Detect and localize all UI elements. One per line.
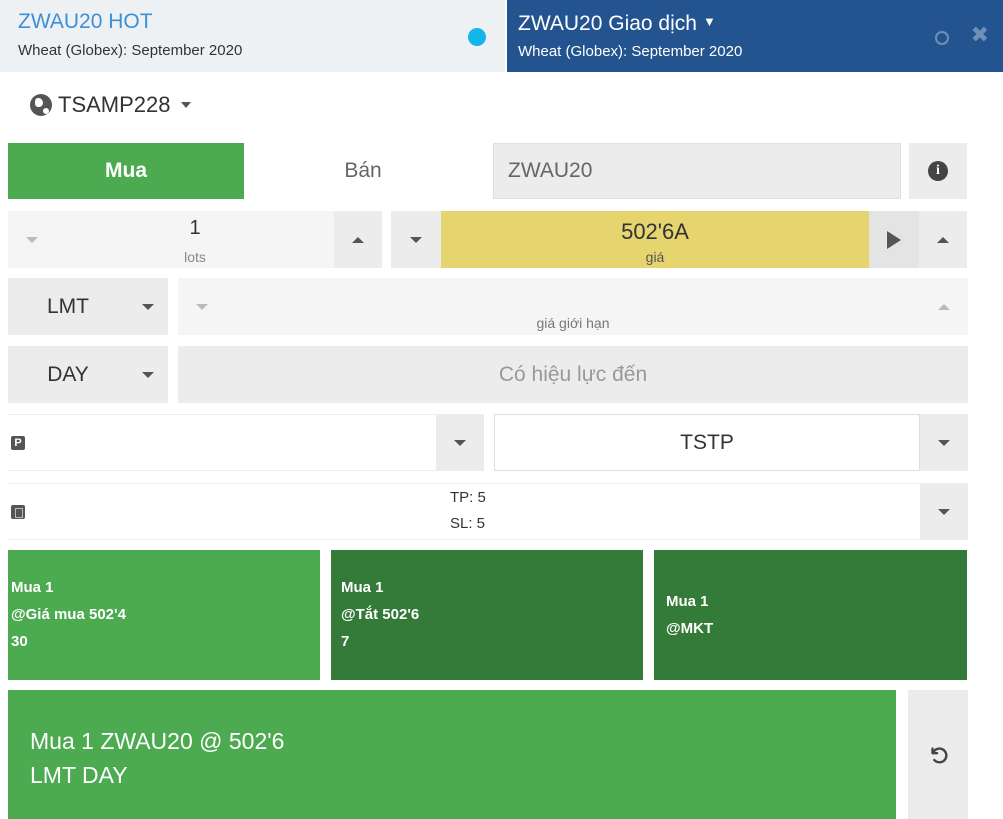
price-decrement-button[interactable] — [391, 211, 441, 268]
quick-line: 7 — [341, 633, 350, 650]
submit-line-1: Mua 1 ZWAU20 @ 502'6 — [30, 728, 285, 754]
triangle-down-icon — [142, 303, 154, 310]
chevron-down-icon — [180, 102, 191, 108]
submit-line-2: LMT DAY — [30, 762, 128, 788]
tab-trade-title: ZWAU20 Giao dịch — [518, 12, 697, 35]
quick-buy-last-button[interactable]: Mua 1 @Tắt 502'6 7 — [331, 550, 643, 680]
quantity-increment-button[interactable] — [334, 211, 382, 268]
price-value: 502'6A — [621, 219, 689, 244]
limit-price-decrement-button[interactable] — [178, 278, 226, 335]
play-icon — [887, 230, 901, 249]
quantity-field[interactable]: 1 lots — [56, 211, 334, 268]
triangle-down-icon — [142, 371, 154, 378]
buy-button[interactable]: Mua — [8, 143, 244, 199]
triangle-up-icon — [937, 236, 949, 243]
quick-buy-market-button[interactable]: Mua 1 @MKT — [654, 550, 967, 680]
order-type-select[interactable]: LMT — [8, 278, 168, 335]
price-increment-button[interactable] — [919, 211, 967, 268]
p-icon: P — [11, 436, 25, 450]
order-type-value: LMT — [47, 294, 89, 318]
close-icon[interactable]: ✖ — [971, 24, 989, 46]
quantity-decrement-button[interactable] — [8, 211, 56, 268]
symbol-input[interactable]: ZWAU20 — [493, 143, 901, 199]
quick-line: 30 — [11, 633, 28, 650]
quantity-unit: lots — [184, 249, 206, 265]
limit-price-unit: giá giới hạn — [536, 315, 610, 331]
triangle-down-icon — [938, 508, 950, 515]
quick-line: Mua 1 — [341, 579, 384, 596]
sell-button[interactable]: Bán — [244, 143, 482, 199]
account-name: TSAMP228 — [58, 92, 171, 117]
valid-until-field[interactable]: Có hiệu lực đến — [178, 346, 968, 403]
info-icon: i — [928, 161, 948, 181]
position-select[interactable]: P — [8, 414, 436, 471]
info-button[interactable]: i — [909, 143, 967, 199]
triangle-down-icon — [26, 236, 38, 243]
triangle-down-icon — [454, 439, 466, 446]
quick-line: @Tắt 502'6 — [341, 606, 420, 623]
price-unit: giá — [645, 249, 665, 265]
triangle-up-icon — [352, 236, 364, 243]
globe-icon — [30, 94, 52, 116]
tab-trade-subtitle: Wheat (Globex): September 2020 — [518, 43, 743, 60]
quick-buy-bid-button[interactable]: Mua 1 @Giá mua 502'4 30 — [8, 550, 320, 680]
quick-line: @Giá mua 502'4 — [11, 606, 126, 623]
strategy-select[interactable]: TSTP — [494, 414, 920, 471]
price-field[interactable]: 502'6A giá — [441, 211, 869, 268]
quick-line: Mua 1 — [11, 579, 54, 596]
status-dot-icon — [468, 28, 486, 46]
take-profit-label: TP: 5 — [450, 489, 486, 506]
quick-line: Mua 1 — [666, 593, 709, 610]
triangle-down-icon — [938, 439, 950, 446]
triangle-down-icon — [196, 303, 208, 310]
duration-value: DAY — [47, 362, 89, 386]
undo-icon — [931, 746, 948, 763]
triangle-down-icon — [410, 236, 422, 243]
circle-icon[interactable] — [935, 31, 949, 45]
bracket-dropdown-button[interactable] — [920, 483, 968, 540]
position-dropdown-button[interactable] — [436, 414, 484, 471]
tab-hot-title: ZWAU20 HOT — [18, 10, 153, 33]
quick-line: @MKT — [666, 620, 714, 637]
submit-order-button[interactable]: Mua 1 ZWAU20 @ 502'6 LMT DAY — [8, 690, 896, 819]
limit-price-field[interactable]: giá giới hạn — [226, 278, 920, 335]
price-play-button[interactable] — [869, 211, 919, 268]
strategy-dropdown-button[interactable] — [920, 414, 968, 471]
quantity-value: 1 — [189, 217, 201, 239]
tab-hot[interactable]: ZWAU20 HOT Wheat (Globex): September 202… — [0, 0, 505, 72]
stop-loss-label: SL: 5 — [450, 515, 486, 532]
account-selector[interactable]: TSAMP228 — [30, 92, 191, 118]
tab-hot-subtitle: Wheat (Globex): September 2020 — [18, 42, 243, 59]
tab-trade[interactable]: ZWAU20 Giao dịch ▼ Wheat (Globex): Septem… — [507, 0, 1003, 72]
caret-down-icon[interactable]: ▼ — [703, 14, 716, 29]
limit-price-increment-button[interactable] — [920, 278, 968, 335]
duration-select[interactable]: DAY — [8, 346, 168, 403]
reset-button[interactable] — [908, 690, 968, 819]
triangle-up-icon — [938, 303, 950, 310]
bracket-select[interactable]: TP: 5 SL: 5 — [8, 483, 920, 540]
bracket-icon — [11, 505, 25, 519]
